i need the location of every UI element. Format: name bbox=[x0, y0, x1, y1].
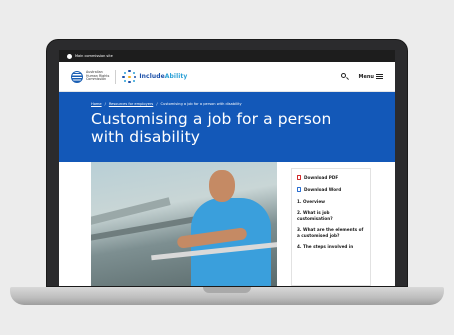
gov-logo-icon bbox=[67, 53, 72, 59]
page-hero: Home / Resources for employers / Customi… bbox=[59, 92, 395, 162]
site-header: Australian Human Rights Commission Inclu… bbox=[59, 62, 395, 92]
toc-item-overview[interactable]: 1. Overview bbox=[297, 199, 365, 204]
download-word-link[interactable]: Download Word bbox=[297, 187, 365, 192]
hero-photo bbox=[91, 162, 277, 286]
breadcrumb: Home / Resources for employers / Customi… bbox=[91, 102, 363, 106]
laptop-notch bbox=[203, 287, 251, 293]
breadcrumb-separator: / bbox=[104, 102, 106, 106]
gov-bar: Main commission site bbox=[59, 50, 395, 62]
include-ability-logo[interactable]: IncludeAbility bbox=[122, 69, 188, 84]
breadcrumb-resources[interactable]: Resources for employers bbox=[109, 102, 153, 106]
laptop-screen: Main commission site Australian Human Ri… bbox=[59, 50, 395, 286]
toc-item-steps[interactable]: 4. The steps involved in bbox=[297, 244, 365, 249]
breadcrumb-current: Customising a job for a person with disa… bbox=[160, 102, 242, 106]
download-pdf-label: Download PDF bbox=[304, 175, 339, 180]
toc-item-what-is[interactable]: 2. What is job customisation? bbox=[297, 210, 365, 221]
table-of-contents: Download PDF Download Word 1. Overview 2… bbox=[291, 168, 371, 286]
search-icon[interactable] bbox=[340, 72, 349, 81]
download-pdf-link[interactable]: Download PDF bbox=[297, 175, 365, 180]
include-ability-dots-icon bbox=[122, 69, 137, 84]
hamburger-icon[interactable] bbox=[376, 74, 383, 79]
brand-suffix: Ability bbox=[164, 73, 188, 80]
globe-icon bbox=[71, 70, 83, 83]
breadcrumb-home[interactable]: Home bbox=[91, 102, 102, 106]
page-content: Download PDF Download Word 1. Overview 2… bbox=[59, 162, 395, 286]
page-title: Customising a job for a person with disa… bbox=[91, 110, 332, 146]
word-file-icon bbox=[297, 187, 301, 192]
brand-prefix: Include bbox=[139, 73, 165, 80]
logo-divider bbox=[115, 69, 117, 84]
pdf-file-icon bbox=[297, 175, 301, 180]
toc-item-elements[interactable]: 3. What are the elements of a customised… bbox=[297, 227, 365, 238]
breadcrumb-separator: / bbox=[156, 102, 158, 106]
download-word-label: Download Word bbox=[304, 187, 342, 192]
ahrc-logo[interactable]: Australian Human Rights Commission bbox=[71, 70, 109, 83]
gov-bar-link[interactable]: Main commission site bbox=[75, 54, 113, 58]
menu-button[interactable]: Menu bbox=[359, 74, 375, 80]
org-name-line: Commission bbox=[86, 77, 107, 82]
